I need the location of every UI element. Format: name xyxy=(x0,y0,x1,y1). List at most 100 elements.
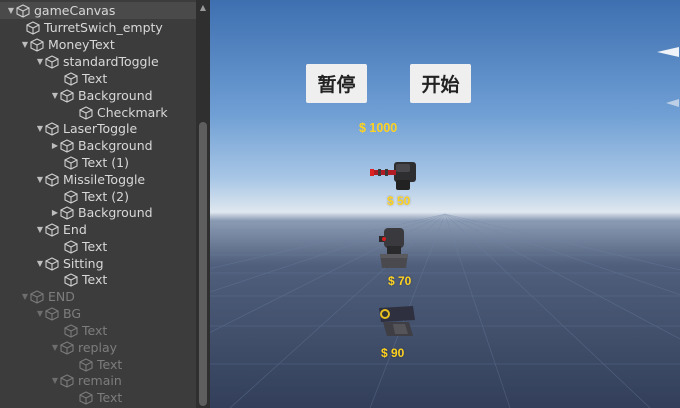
hierarchy-item-lasertoggle[interactable]: ▼ LaserToggle xyxy=(0,120,196,137)
hierarchy-item-background[interactable]: ▶ Background xyxy=(0,137,196,154)
hierarchy-item-text-1[interactable]: Text (1) xyxy=(0,154,196,171)
expand-arrow-icon[interactable]: ▼ xyxy=(35,305,45,322)
hierarchy-item-label: Text xyxy=(97,357,123,372)
hierarchy-item-label: Text (1) xyxy=(82,155,129,170)
hierarchy-item-label: BG xyxy=(63,306,82,321)
hierarchy-panel: ▼ gameCanvas TurretSwich_empty ▼ MoneyTe… xyxy=(0,0,210,408)
pause-button[interactable]: 暂停 xyxy=(306,64,367,103)
gameobject-cube-icon xyxy=(60,138,74,153)
scroll-up-arrow-icon[interactable]: ▲ xyxy=(196,0,210,14)
hierarchy-item-end-disabled[interactable]: ▼ END xyxy=(0,288,196,305)
missile-turret-toggle[interactable] xyxy=(375,302,421,340)
right-arrow-icon xyxy=(657,47,679,57)
hierarchy-item-label: Background xyxy=(78,205,153,220)
hierarchy-scrollbar[interactable]: ▲ xyxy=(196,0,210,408)
gameobject-cube-icon xyxy=(45,121,59,136)
gameobject-cube-icon xyxy=(64,155,78,170)
hierarchy-item-bg[interactable]: ▼ BG xyxy=(0,305,196,322)
hierarchy-item-sitting[interactable]: ▼ Sitting xyxy=(0,255,196,272)
gameobject-cube-icon xyxy=(45,222,59,237)
hierarchy-item-text[interactable]: Text xyxy=(0,271,196,288)
gameobject-cube-icon xyxy=(64,239,78,254)
hierarchy-item-label: Text xyxy=(82,239,108,254)
hierarchy-item-text[interactable]: Text xyxy=(0,389,196,406)
hierarchy-item-replay[interactable]: ▼ replay xyxy=(0,339,196,356)
grid-floor xyxy=(210,213,680,408)
gameobject-cube-icon xyxy=(60,205,74,220)
expand-arrow-icon[interactable]: ▼ xyxy=(50,339,60,356)
hierarchy-item-label: MoneyText xyxy=(48,37,115,52)
hierarchy-item-standardtoggle[interactable]: ▼ standardToggle xyxy=(0,53,196,70)
hierarchy-item-text[interactable]: Text xyxy=(0,70,196,87)
gameobject-cube-icon xyxy=(30,289,44,304)
expand-arrow-icon[interactable]: ▼ xyxy=(50,372,60,389)
money-text: $ 1000 xyxy=(359,121,398,135)
hierarchy-item-text[interactable]: Text xyxy=(0,238,196,255)
hierarchy-item-background[interactable]: ▶ Background xyxy=(0,204,196,221)
hierarchy-item-missiletoggle[interactable]: ▼ MissileToggle xyxy=(0,171,196,188)
laser-turret-toggle[interactable] xyxy=(376,226,412,270)
hierarchy-item-label: END xyxy=(48,289,75,304)
hierarchy-item-label: Text xyxy=(97,390,123,405)
gameobject-cube-icon xyxy=(64,71,78,86)
gameobject-cube-icon xyxy=(16,3,30,18)
hierarchy-item-label: gameCanvas xyxy=(34,3,116,18)
hierarchy-item-label: standardToggle xyxy=(63,54,159,69)
hierarchy-item-text-2[interactable]: Text (2) xyxy=(0,188,196,205)
hierarchy-item-label: Checkmark xyxy=(97,105,168,120)
hierarchy-item-moneytext[interactable]: ▼ MoneyText xyxy=(0,36,196,53)
left-arrow-icon xyxy=(666,99,679,107)
expand-arrow-icon[interactable]: ▼ xyxy=(35,120,45,137)
gameobject-cube-icon xyxy=(60,88,74,103)
hierarchy-item-label: Background xyxy=(78,138,153,153)
expand-arrow-icon[interactable]: ▼ xyxy=(35,255,45,272)
collapse-arrow-icon[interactable]: ▶ xyxy=(50,137,60,154)
expand-arrow-icon[interactable]: ▼ xyxy=(35,171,45,188)
laser-price-text: $ 70 xyxy=(388,274,412,288)
gameobject-cube-icon xyxy=(60,340,74,355)
hierarchy-item-label: Background xyxy=(78,88,153,103)
expand-arrow-icon[interactable]: ▼ xyxy=(20,36,30,53)
hierarchy-item-end[interactable]: ▼ End xyxy=(0,221,196,238)
collapse-arrow-icon[interactable]: ▶ xyxy=(50,204,60,221)
hierarchy-item-background[interactable]: ▼ Background xyxy=(0,87,196,104)
hierarchy-item-label: Sitting xyxy=(63,256,104,271)
missile-price-text: $ 90 xyxy=(381,346,405,360)
hierarchy-item-label: remain xyxy=(78,373,122,388)
gameobject-cube-icon xyxy=(64,323,78,338)
gameobject-cube-icon xyxy=(45,256,59,271)
hierarchy-item-remain[interactable]: ▼ remain xyxy=(0,372,196,389)
hierarchy-item-label: Text xyxy=(82,71,108,86)
hierarchy-item-label: LaserToggle xyxy=(63,121,138,136)
gameobject-cube-icon xyxy=(45,306,59,321)
gameobject-cube-icon xyxy=(45,172,59,187)
hierarchy-item-label: Text xyxy=(82,272,108,287)
expand-arrow-icon[interactable]: ▼ xyxy=(35,221,45,238)
hierarchy-item-text[interactable]: Text xyxy=(0,356,196,373)
expand-arrow-icon[interactable]: ▼ xyxy=(35,53,45,70)
hierarchy-item-checkmark[interactable]: Checkmark xyxy=(0,104,196,121)
hierarchy-item-gamecanvas[interactable]: ▼ gameCanvas xyxy=(0,2,196,19)
standard-turret-toggle[interactable] xyxy=(368,158,424,192)
hierarchy-item-turretswich-empty[interactable]: TurretSwich_empty xyxy=(0,19,196,36)
hierarchy-item-label: End xyxy=(63,222,87,237)
hierarchy-item-label: Text xyxy=(82,323,108,338)
hierarchy-item-label: TurretSwich_empty xyxy=(44,20,163,35)
game-view: 暂停 开始 $ 1000 $ 50 $ 70 $ 90 xyxy=(210,0,680,408)
gameobject-cube-icon xyxy=(79,390,93,405)
gameobject-cube-icon xyxy=(60,373,74,388)
gameobject-cube-icon xyxy=(64,272,78,287)
expand-arrow-icon[interactable]: ▼ xyxy=(6,2,16,19)
gameobject-cube-icon xyxy=(30,37,44,52)
expand-arrow-icon[interactable]: ▼ xyxy=(50,87,60,104)
hierarchy-item-label: MissileToggle xyxy=(63,172,146,187)
hierarchy-item-label: Text (2) xyxy=(82,189,129,204)
start-button[interactable]: 开始 xyxy=(410,64,471,103)
hierarchy-item-text[interactable]: Text xyxy=(0,322,196,339)
gameobject-cube-icon xyxy=(79,105,93,120)
expand-arrow-icon[interactable]: ▼ xyxy=(20,288,30,305)
gameobject-cube-icon xyxy=(64,189,78,204)
standard-price-text: $ 50 xyxy=(387,194,411,208)
scrollbar-thumb[interactable] xyxy=(199,122,207,406)
hierarchy-item-label: replay xyxy=(78,340,118,355)
